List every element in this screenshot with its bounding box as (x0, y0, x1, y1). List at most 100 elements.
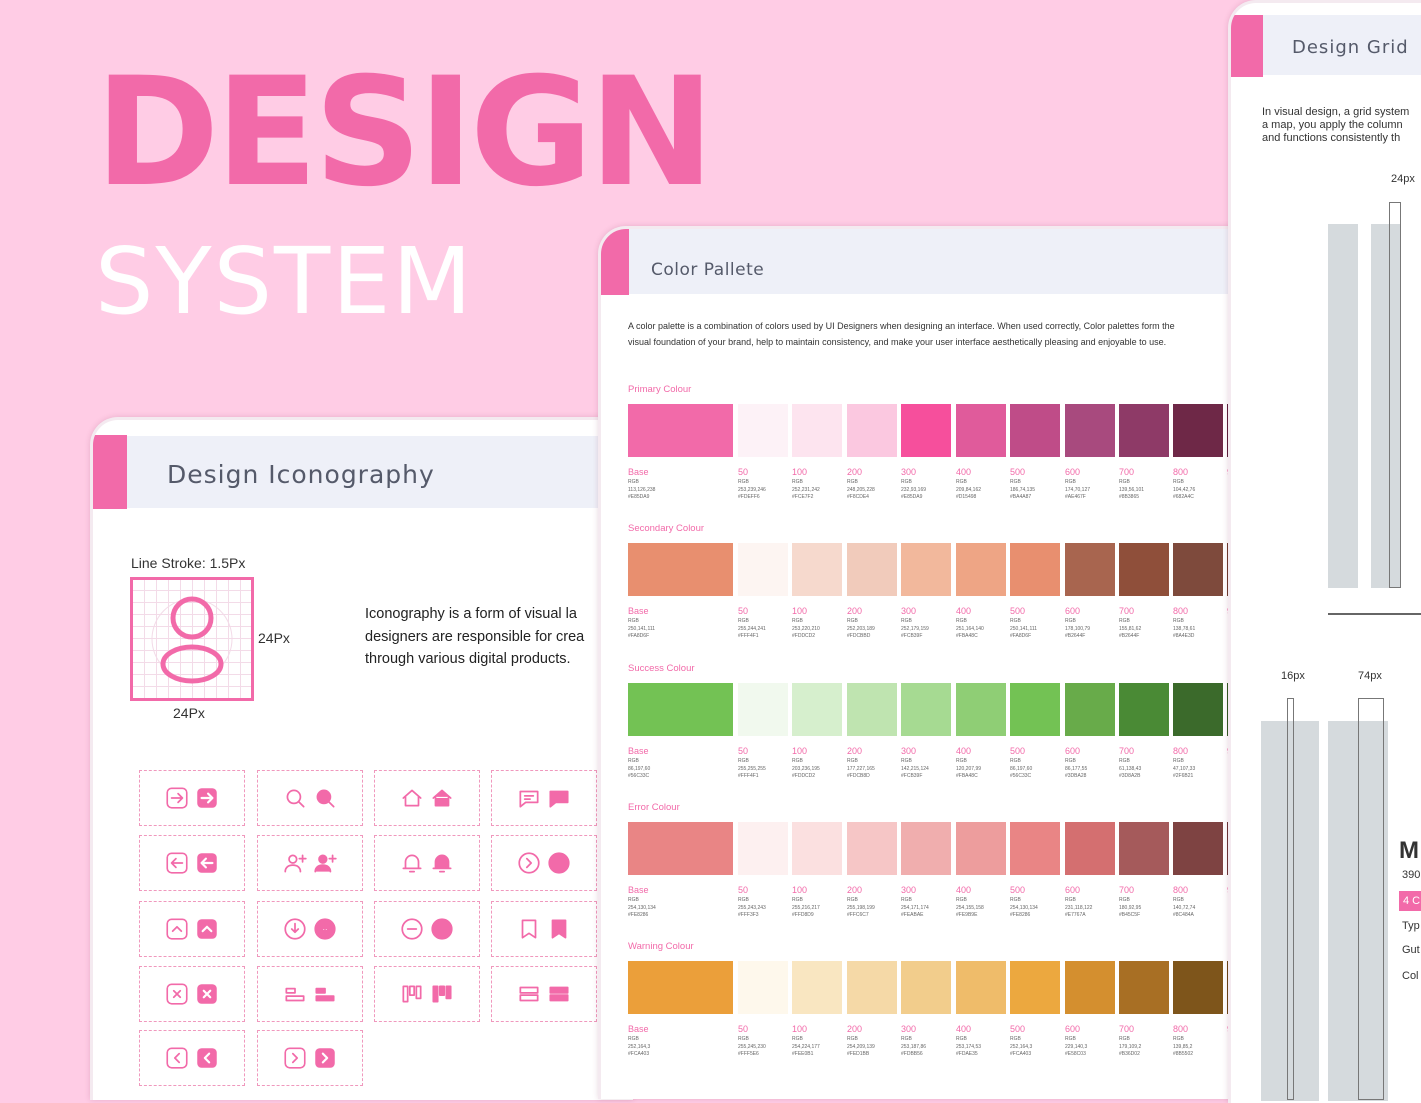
swatch-shade-label: 300 (901, 1024, 917, 1034)
swatch-rgb-values: RGB 252,231,242 #FCE7F2 (792, 479, 820, 500)
swatch-rgb-values: RGB 255,245,230 #FFF5E6 (738, 1036, 766, 1057)
icon-tile[interactable] (139, 1030, 245, 1086)
icon-tile[interactable] (374, 901, 480, 957)
swatch-rgb-values: RGB 47,107,33 #2F6B21 (1173, 758, 1196, 779)
bookmark-icon (521, 919, 537, 939)
swatch-shade-label: 500 (1010, 606, 1026, 616)
panel-title: Design Iconography (167, 460, 435, 489)
icon-tile[interactable] (139, 835, 245, 891)
palette-section-label: Success Colour (628, 663, 695, 674)
swatch-shade-label: 400 (956, 885, 972, 895)
swatch-rgb-values: RGB 61,138,43 #3D8A2B (1119, 758, 1142, 779)
color-swatch (1173, 404, 1223, 457)
icon-tile[interactable] (491, 901, 597, 957)
swatch-rgb-values: RGB 252,164,3 #FCA403 (1010, 1036, 1033, 1057)
swatch-rgb-values: RGB 120,207,99 #FBA48C (956, 758, 982, 779)
swatch-shade-label: 500 (1010, 467, 1026, 477)
iconography-panel: Design Iconography Line Stroke: 1.5Px 24… (90, 417, 633, 1100)
swatch-shade-label: 700 (1119, 606, 1135, 616)
panel-accent-bar (93, 435, 127, 509)
grid-top-label: 24px (1391, 173, 1415, 185)
icon-tile[interactable] (257, 901, 363, 957)
icon-tile[interactable] (491, 966, 597, 1022)
chevron-right-icon (548, 852, 570, 874)
swatch-shade-label: 500 (1010, 746, 1026, 756)
color-swatch (901, 961, 951, 1014)
color-swatch (1119, 961, 1169, 1014)
hero-title: DESIGN (95, 46, 714, 220)
color-swatch (956, 404, 1006, 457)
icon-tile[interactable] (257, 835, 363, 891)
swatch-rgb-values: RGB 86,177,55 #3DBA28 (1065, 758, 1088, 779)
color-swatch (628, 822, 733, 875)
color-swatch (628, 961, 733, 1014)
swatch-rgb-values: RGB 254,155,158 #FE9B9E (956, 897, 984, 918)
iconography-description: Iconography is a form of visual la desig… (365, 606, 585, 667)
swatch-rgb-values: RGB 140,72,74 #8C484A (1173, 897, 1196, 918)
grid-side-value: 390 (1402, 869, 1421, 881)
swatch-shade-label: 600 (1065, 746, 1081, 756)
chevron-up-icon (197, 919, 217, 939)
swatch-shade-label: 50 (738, 1024, 749, 1034)
color-swatch (1065, 404, 1115, 457)
icon-tile[interactable] (491, 835, 597, 891)
palette-section-label: Secondary Colour (628, 523, 705, 534)
color-swatch (628, 543, 733, 596)
close-icon (166, 983, 188, 1005)
icon-tile[interactable] (374, 770, 480, 826)
swatch-rgb-values: RGB 251,164,140 #FBA48C (956, 618, 984, 639)
color-swatch (1119, 543, 1169, 596)
swatch-rgb-values: RGB 138,78,61 #8A4E3D (1173, 618, 1196, 639)
color-swatch (1010, 683, 1060, 736)
color-swatch (1065, 822, 1115, 875)
color-swatch (901, 822, 951, 875)
color-swatch (1010, 822, 1060, 875)
add-user-icon (314, 854, 337, 873)
icon-tile[interactable] (257, 770, 363, 826)
bookmark-icon (551, 919, 567, 939)
grid-measure-bar (1389, 202, 1401, 588)
swatch-shade-label: Base (628, 885, 649, 895)
swatch-shade-label: 300 (901, 885, 917, 895)
download-icon (314, 918, 336, 940)
grid-side-badge: 4 C (1399, 891, 1421, 911)
swatch-rgb-values: RGB 174,70,127 #AE467F (1065, 479, 1091, 500)
panel-title: Color Pallete (651, 260, 765, 280)
icon-tile[interactable] (374, 835, 480, 891)
icon-tile[interactable] (257, 966, 363, 1022)
swatch-shade-label: 400 (956, 467, 972, 477)
hero-subtitle: SYSTEM (95, 228, 474, 335)
minus-icon (431, 918, 453, 940)
swatch-rgb-values: RGB 86,197,60 #56C33C (628, 758, 651, 779)
grid-gutter-marker (1287, 698, 1294, 1100)
color-swatch (628, 404, 733, 457)
kanban-icon (402, 985, 422, 1003)
swatch-shade-label: Base (628, 606, 649, 616)
color-swatch (738, 683, 788, 736)
color-swatch (847, 543, 897, 596)
color-swatch (901, 543, 951, 596)
color-swatch (1010, 961, 1060, 1014)
chevron-left-icon (197, 1048, 217, 1068)
icon-tile[interactable] (374, 966, 480, 1022)
list-icon (549, 986, 569, 1002)
icon-tile[interactable] (257, 1030, 363, 1086)
swatch-shade-label: 400 (956, 1024, 972, 1034)
grid-description-line: In visual design, a grid system (1262, 106, 1410, 118)
icon-tile[interactable] (491, 770, 597, 826)
color-swatch (901, 683, 951, 736)
swatch-shade-label: 600 (1065, 606, 1081, 616)
chevron-right-square-icon (284, 1047, 306, 1069)
swatch-rgb-values: RGB 155,81,62 #B2644F (1119, 618, 1142, 639)
icon-tile[interactable] (139, 966, 245, 1022)
swatch-rgb-values: RGB 180,92,95 #B45C5F (1119, 897, 1142, 918)
icon-tile[interactable] (139, 901, 245, 957)
swatch-rgb-values: RGB 209,84,162 #D15498 (956, 479, 982, 500)
swatch-rgb-values: RGB 255,216,217 #FFD8D9 (792, 897, 820, 918)
stroke-label: Line Stroke: 1.5Px (131, 555, 246, 571)
swatch-shade-label: Base (628, 746, 649, 756)
color-swatch (847, 404, 897, 457)
color-swatch (956, 822, 1006, 875)
bar-align-icon (285, 987, 305, 1002)
icon-tile[interactable] (139, 770, 245, 826)
